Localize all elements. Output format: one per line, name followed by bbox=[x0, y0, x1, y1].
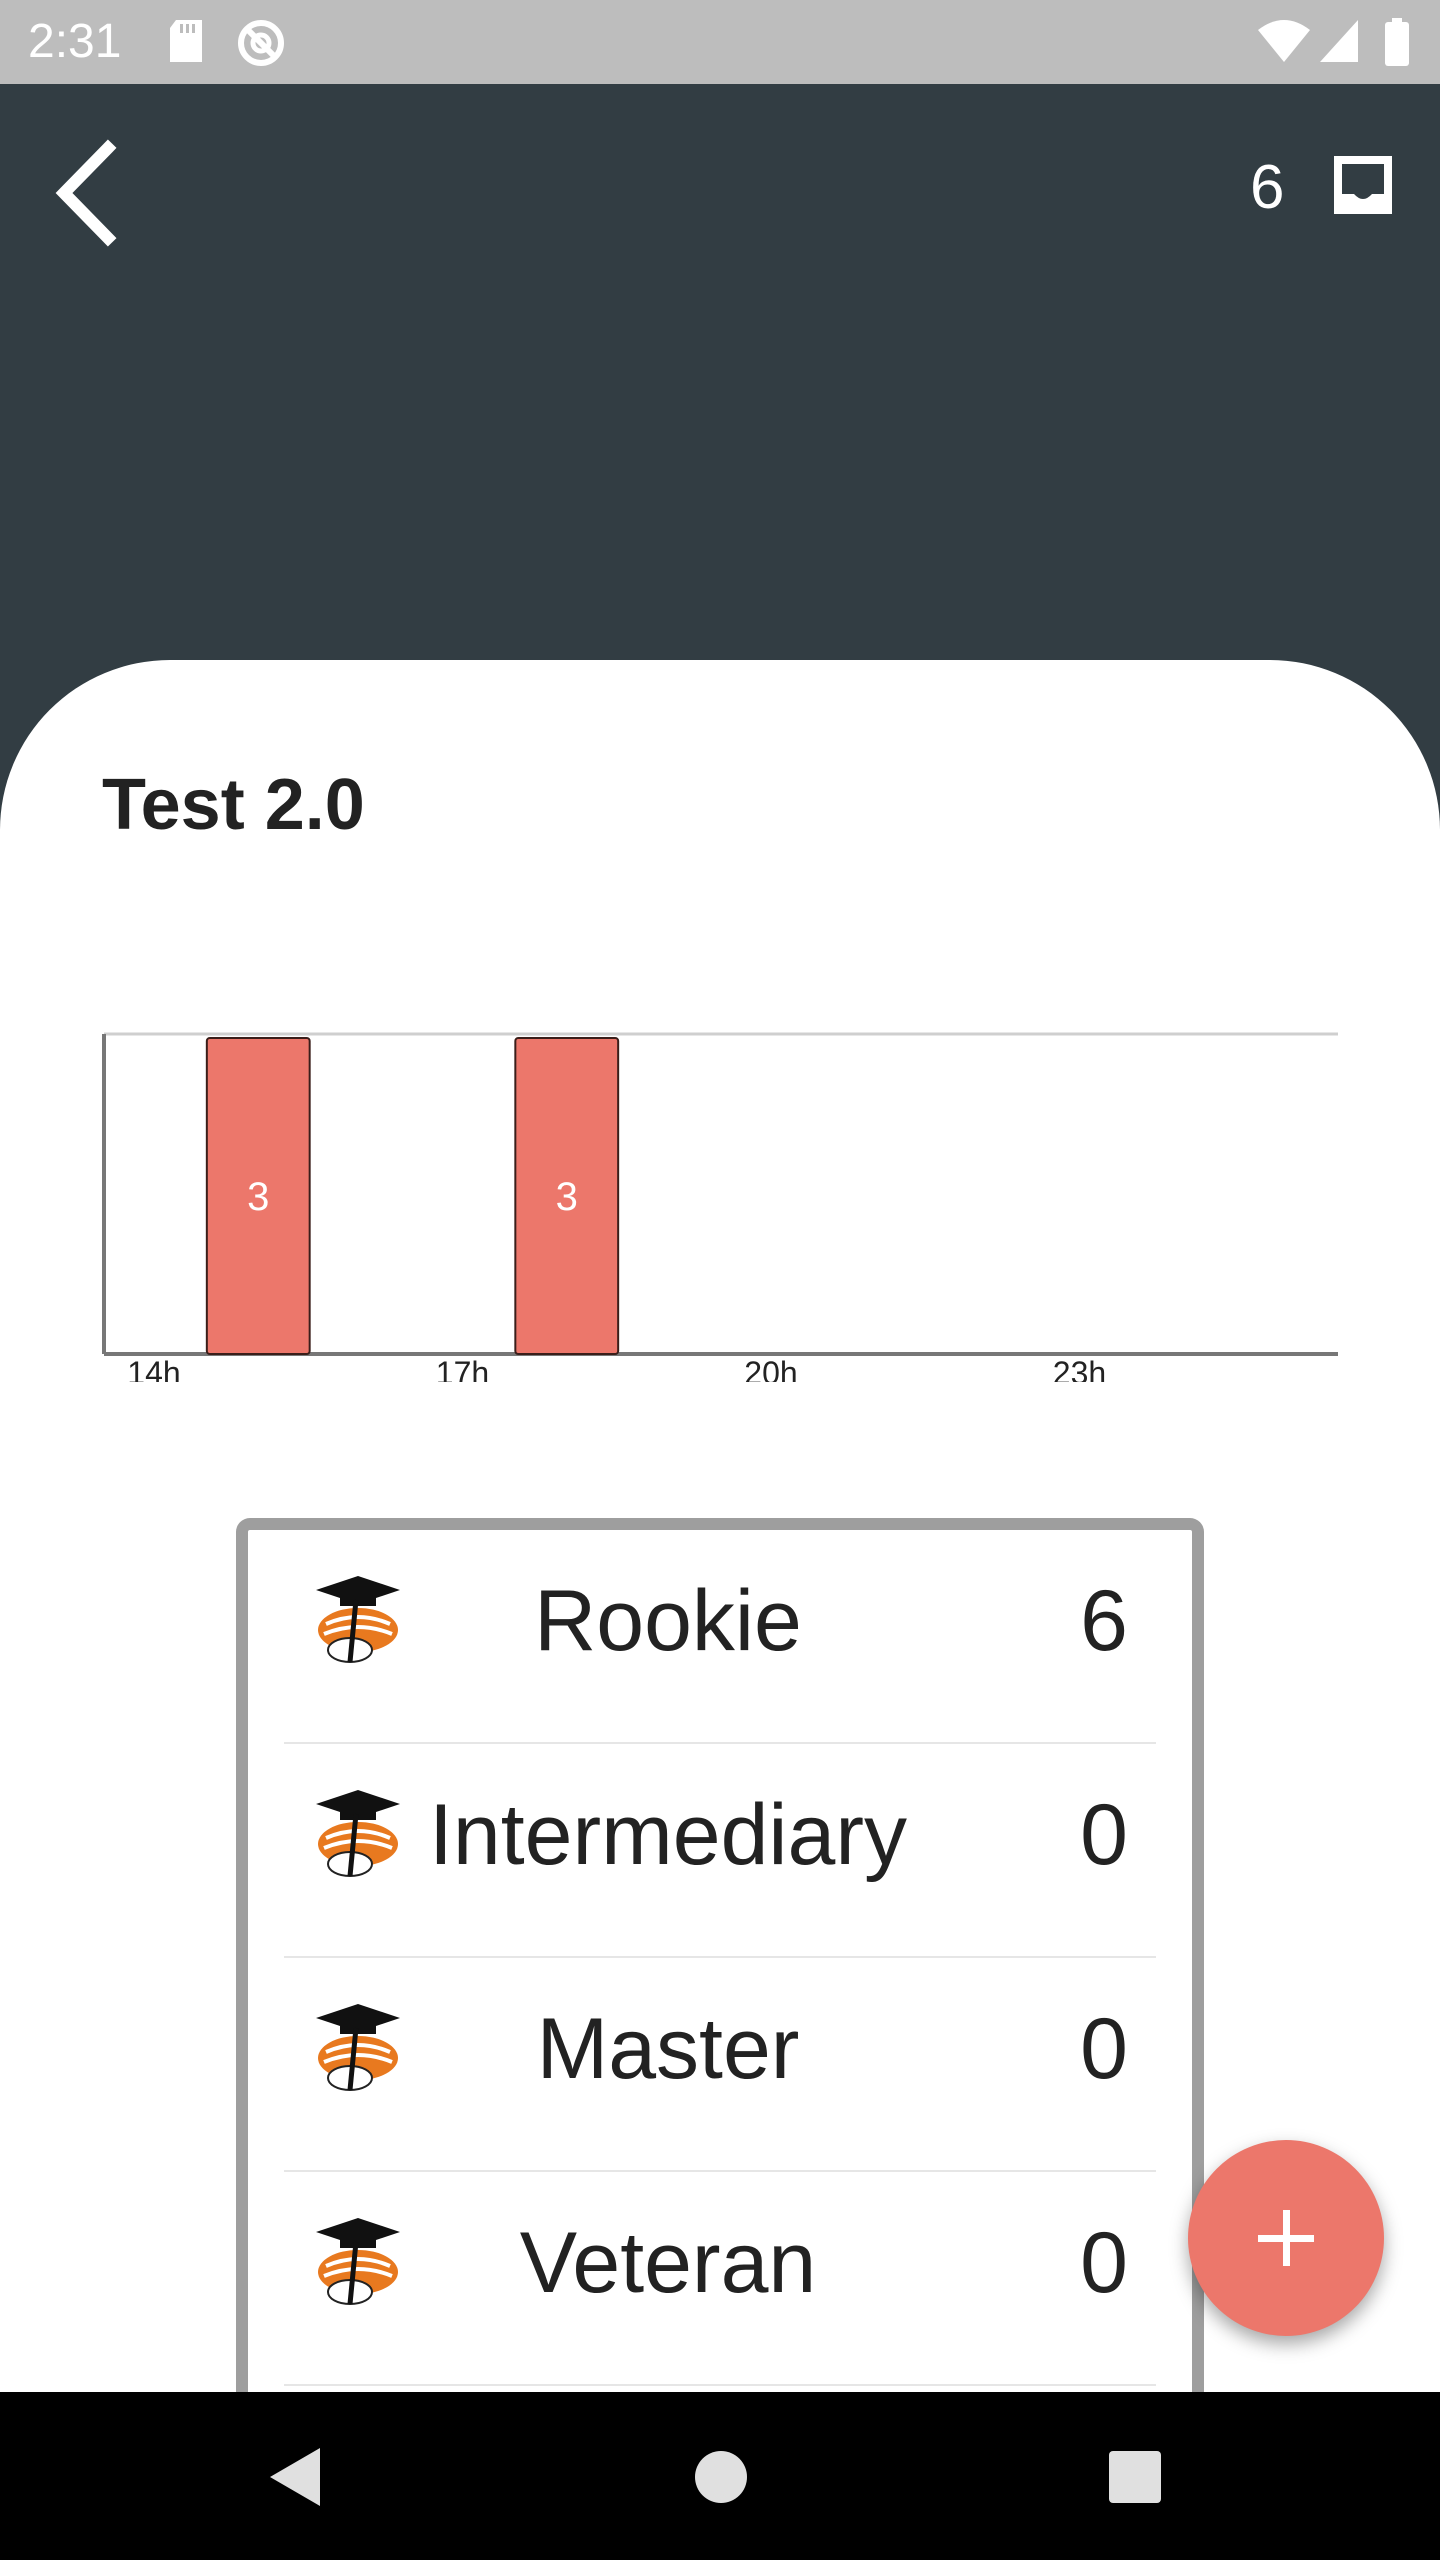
inbox-count: 6 bbox=[1250, 153, 1285, 222]
sync-disabled-icon bbox=[238, 20, 284, 66]
list-item[interactable]: Intermediary 0 bbox=[248, 1744, 1192, 1958]
status-time: 2:31 bbox=[28, 15, 122, 68]
divider bbox=[284, 2384, 1156, 2386]
sushi-graduate-icon bbox=[316, 2004, 400, 2091]
cell-signal-icon bbox=[1320, 20, 1358, 62]
rank-count: 0 bbox=[1080, 2001, 1128, 2097]
sushi-graduate-icon bbox=[316, 1576, 400, 1663]
usage-chart: 3 3 14h 17h 20h 23h bbox=[102, 1022, 1338, 1382]
bar-data-label: 3 bbox=[247, 1175, 269, 1219]
chevron-left-icon[interactable] bbox=[50, 138, 130, 248]
system-nav-bar bbox=[0, 2392, 1440, 2560]
x-tick-label: 14h bbox=[127, 1355, 180, 1382]
rank-count: 6 bbox=[1080, 1573, 1128, 1669]
battery-icon bbox=[1385, 18, 1409, 66]
rank-name: Intermediary bbox=[429, 1787, 907, 1883]
list-item[interactable]: Rookie 6 bbox=[248, 1530, 1192, 1744]
recents-square-icon[interactable] bbox=[1100, 2442, 1170, 2512]
content-card: Test 2.0 3 3 14h 17h 20h 23h Rookie 6 In… bbox=[0, 660, 1440, 2392]
x-tick-label: 20h bbox=[744, 1355, 797, 1382]
bar-chart: 3 3 14h 17h 20h 23h bbox=[102, 1032, 1338, 1382]
rank-name: Rookie bbox=[534, 1573, 802, 1669]
inbox-icon[interactable] bbox=[1330, 152, 1396, 218]
status-bar: 2:31 bbox=[0, 0, 1440, 84]
rank-name: Master bbox=[536, 2001, 800, 2097]
sushi-graduate-icon bbox=[316, 2218, 400, 2305]
wifi-icon bbox=[1258, 20, 1310, 62]
home-circle-icon[interactable] bbox=[686, 2442, 756, 2512]
x-tick-label: 17h bbox=[436, 1355, 489, 1382]
list-item[interactable]: Veteran 0 bbox=[248, 2172, 1192, 2386]
x-tick-label: 23h bbox=[1053, 1355, 1106, 1382]
bar-data-label: 3 bbox=[556, 1175, 578, 1219]
list-item[interactable]: Master 0 bbox=[248, 1958, 1192, 2172]
rank-list: Rookie 6 Intermediary 0 Master 0 Veteran… bbox=[236, 1518, 1204, 2392]
sushi-graduate-icon bbox=[316, 1790, 400, 1877]
plus-icon bbox=[1258, 2210, 1314, 2266]
sd-card-icon bbox=[170, 20, 202, 62]
rank-name: Veteran bbox=[519, 2215, 817, 2311]
back-triangle-icon[interactable] bbox=[262, 2442, 332, 2512]
page-title: Test 2.0 bbox=[102, 765, 365, 845]
rank-count: 0 bbox=[1080, 2215, 1128, 2311]
add-button[interactable] bbox=[1188, 2140, 1384, 2336]
rank-count: 0 bbox=[1080, 1787, 1128, 1883]
